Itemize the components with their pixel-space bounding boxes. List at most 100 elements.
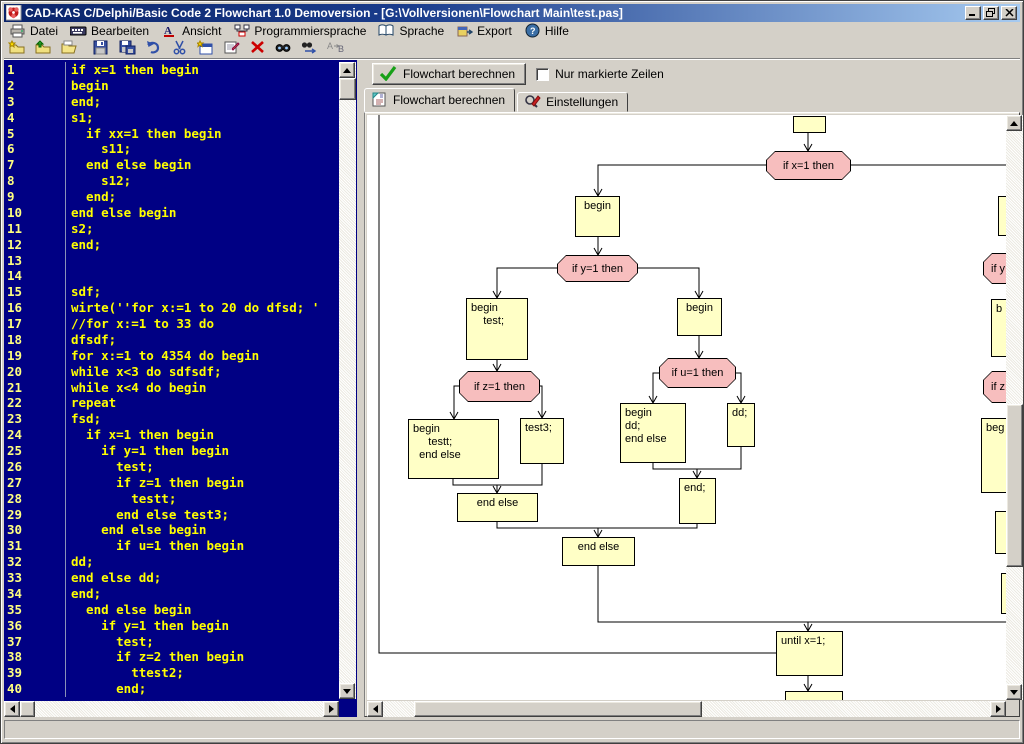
- line-text: while x<4 do begin: [66, 380, 206, 396]
- menu-item-ansicht[interactable]: AAnsicht: [156, 22, 228, 39]
- line-text: end else begin: [66, 157, 191, 173]
- compute-flowchart-button[interactable]: Flowchart berechnen: [372, 63, 526, 85]
- code-line: 13: [4, 253, 339, 269]
- code-line: 27 if z=1 then begin: [4, 475, 339, 491]
- menu-item-bearbeiten[interactable]: Bearbeiten: [65, 22, 156, 39]
- line-text: testt;: [66, 491, 176, 507]
- line-number: 3: [4, 94, 66, 110]
- line-text: sdf;: [66, 284, 101, 300]
- editor-scroll-down-button[interactable]: [339, 683, 355, 699]
- line-text: if u=1 then begin: [66, 538, 244, 554]
- decision-if-y1: if y=1 then: [557, 255, 638, 282]
- toolbar: AB: [4, 39, 1020, 59]
- save-as-button[interactable]: [115, 39, 139, 59]
- menu-item-programmiersprache[interactable]: Programmiersprache: [228, 22, 373, 39]
- save-button[interactable]: [89, 39, 113, 59]
- editor-scroll-up-button[interactable]: [339, 62, 355, 78]
- code-line: 30 end else begin: [4, 522, 339, 538]
- up-arrow-icon: [1010, 121, 1018, 126]
- line-text: repeat: [66, 395, 116, 411]
- paste-window-button[interactable]: [193, 39, 217, 59]
- line-text: end else begin: [66, 602, 191, 618]
- menu-bar: DateiBearbeitenAAnsicht Programmiersprach…: [4, 22, 1020, 39]
- marked-lines-checkbox[interactable]: [536, 68, 549, 81]
- replace-button[interactable]: AB: [323, 39, 347, 59]
- editor-scroll-left-button[interactable]: [4, 701, 20, 717]
- box-right-2: b: [991, 299, 1006, 357]
- find-button[interactable]: [271, 39, 295, 59]
- editor-vscrollbar-track[interactable]: [339, 62, 356, 699]
- flowchart-scroll-down-button[interactable]: [1006, 684, 1022, 700]
- up-arrow-icon: [343, 68, 351, 73]
- properties-button[interactable]: [219, 39, 243, 59]
- line-text: if y=1 then begin: [66, 443, 229, 459]
- tab-flowchart-berechnen[interactable]: Flowchart berechnen: [364, 88, 515, 112]
- line-text: end else dd;: [66, 570, 161, 586]
- box-bottom-partial: [785, 691, 843, 700]
- delete-button[interactable]: [245, 39, 269, 59]
- line-text: s1;: [66, 110, 94, 126]
- find-next-icon: [301, 40, 318, 57]
- box-dd: dd;: [727, 403, 755, 447]
- line-number: 1: [4, 62, 66, 78]
- editor-vscrollbar-thumb[interactable]: [339, 78, 356, 100]
- flowchart-scroll-left-button[interactable]: [367, 701, 383, 717]
- menu-item-label: Programmiersprache: [254, 24, 366, 38]
- app-window: CAD-KAS C/Delphi/Basic Code 2 Flowchart …: [0, 0, 1024, 744]
- line-text: [66, 253, 71, 269]
- restore-icon: [986, 6, 996, 20]
- menu-item-hilfe[interactable]: ?Hilfe: [519, 22, 576, 39]
- flowchart-scroll-up-button[interactable]: [1006, 115, 1022, 131]
- box-begin-1: begin: [575, 196, 620, 237]
- open-file-button[interactable]: [31, 39, 55, 59]
- new-file-button[interactable]: [5, 39, 29, 59]
- menu-item-export[interactable]: Export: [451, 22, 519, 39]
- open-folder-button[interactable]: [57, 39, 81, 59]
- code-lines[interactable]: 1if x=1 then begin2begin3end;4s1;5 if xx…: [4, 60, 339, 699]
- code-line: 5 if xx=1 then begin: [4, 126, 339, 142]
- title-bar[interactable]: CAD-KAS C/Delphi/Basic Code 2 Flowchart …: [4, 4, 1020, 22]
- new-file-icon: [8, 40, 26, 58]
- down-arrow-icon: [1010, 690, 1018, 695]
- line-number: 12: [4, 237, 66, 253]
- editor-hscrollbar-thumb[interactable]: [20, 701, 35, 717]
- app-logo-icon: [6, 5, 22, 21]
- menu-item-label: Sprache: [399, 24, 444, 38]
- menu-item-sprache[interactable]: Sprache: [373, 22, 451, 39]
- line-text: dfsdf;: [66, 332, 116, 348]
- tab-bar: Flowchart berechnenEinstellungen: [364, 88, 1020, 112]
- line-text: for x:=1 to 4354 do begin: [66, 348, 259, 364]
- code-line: 21while x<4 do begin: [4, 380, 339, 396]
- line-text: while x<3 do sdfsdf;: [66, 364, 222, 380]
- code-line: 3end;: [4, 94, 339, 110]
- restore-button[interactable]: [983, 6, 999, 20]
- editor-scroll-right-button[interactable]: [323, 701, 339, 717]
- undo-button[interactable]: [141, 39, 165, 59]
- code-line: 20while x<3 do sdfsdf;: [4, 364, 339, 380]
- flowchart-canvas[interactable]: if x=1 thenbeginif y=1 thenbegin test;be…: [367, 115, 1006, 700]
- tools-icon: [524, 94, 541, 109]
- flowchart-hscrollbar-thumb[interactable]: [414, 701, 702, 717]
- line-text: s12;: [66, 173, 131, 189]
- code-line: 18dfsdf;: [4, 332, 339, 348]
- panel-splitter[interactable]: [357, 60, 364, 717]
- code-line: 29 end else test3;: [4, 507, 339, 523]
- code-line: 14: [4, 268, 339, 284]
- tab-einstellungen[interactable]: Einstellungen: [517, 92, 628, 112]
- find-next-button[interactable]: [297, 39, 321, 59]
- editor-hscrollbar-track[interactable]: [4, 701, 339, 717]
- cut-button[interactable]: [167, 39, 191, 59]
- start-box: [793, 116, 826, 133]
- minimize-button[interactable]: [965, 6, 981, 20]
- minimize-icon: [969, 6, 977, 20]
- close-button[interactable]: [1001, 6, 1017, 20]
- code-editor[interactable]: 1if x=1 then begin2begin3end;4s1;5 if xx…: [4, 60, 357, 717]
- right-arrow-icon: [329, 705, 334, 713]
- code-line: 8 s12;: [4, 173, 339, 189]
- line-text: s2;: [66, 221, 94, 237]
- menu-item-datei[interactable]: Datei: [4, 22, 65, 39]
- open-folder-icon: [60, 40, 78, 58]
- flowchart-vscrollbar-thumb[interactable]: [1006, 404, 1023, 567]
- flowchart-scroll-right-button[interactable]: [990, 701, 1006, 717]
- line-number: 29: [4, 507, 66, 523]
